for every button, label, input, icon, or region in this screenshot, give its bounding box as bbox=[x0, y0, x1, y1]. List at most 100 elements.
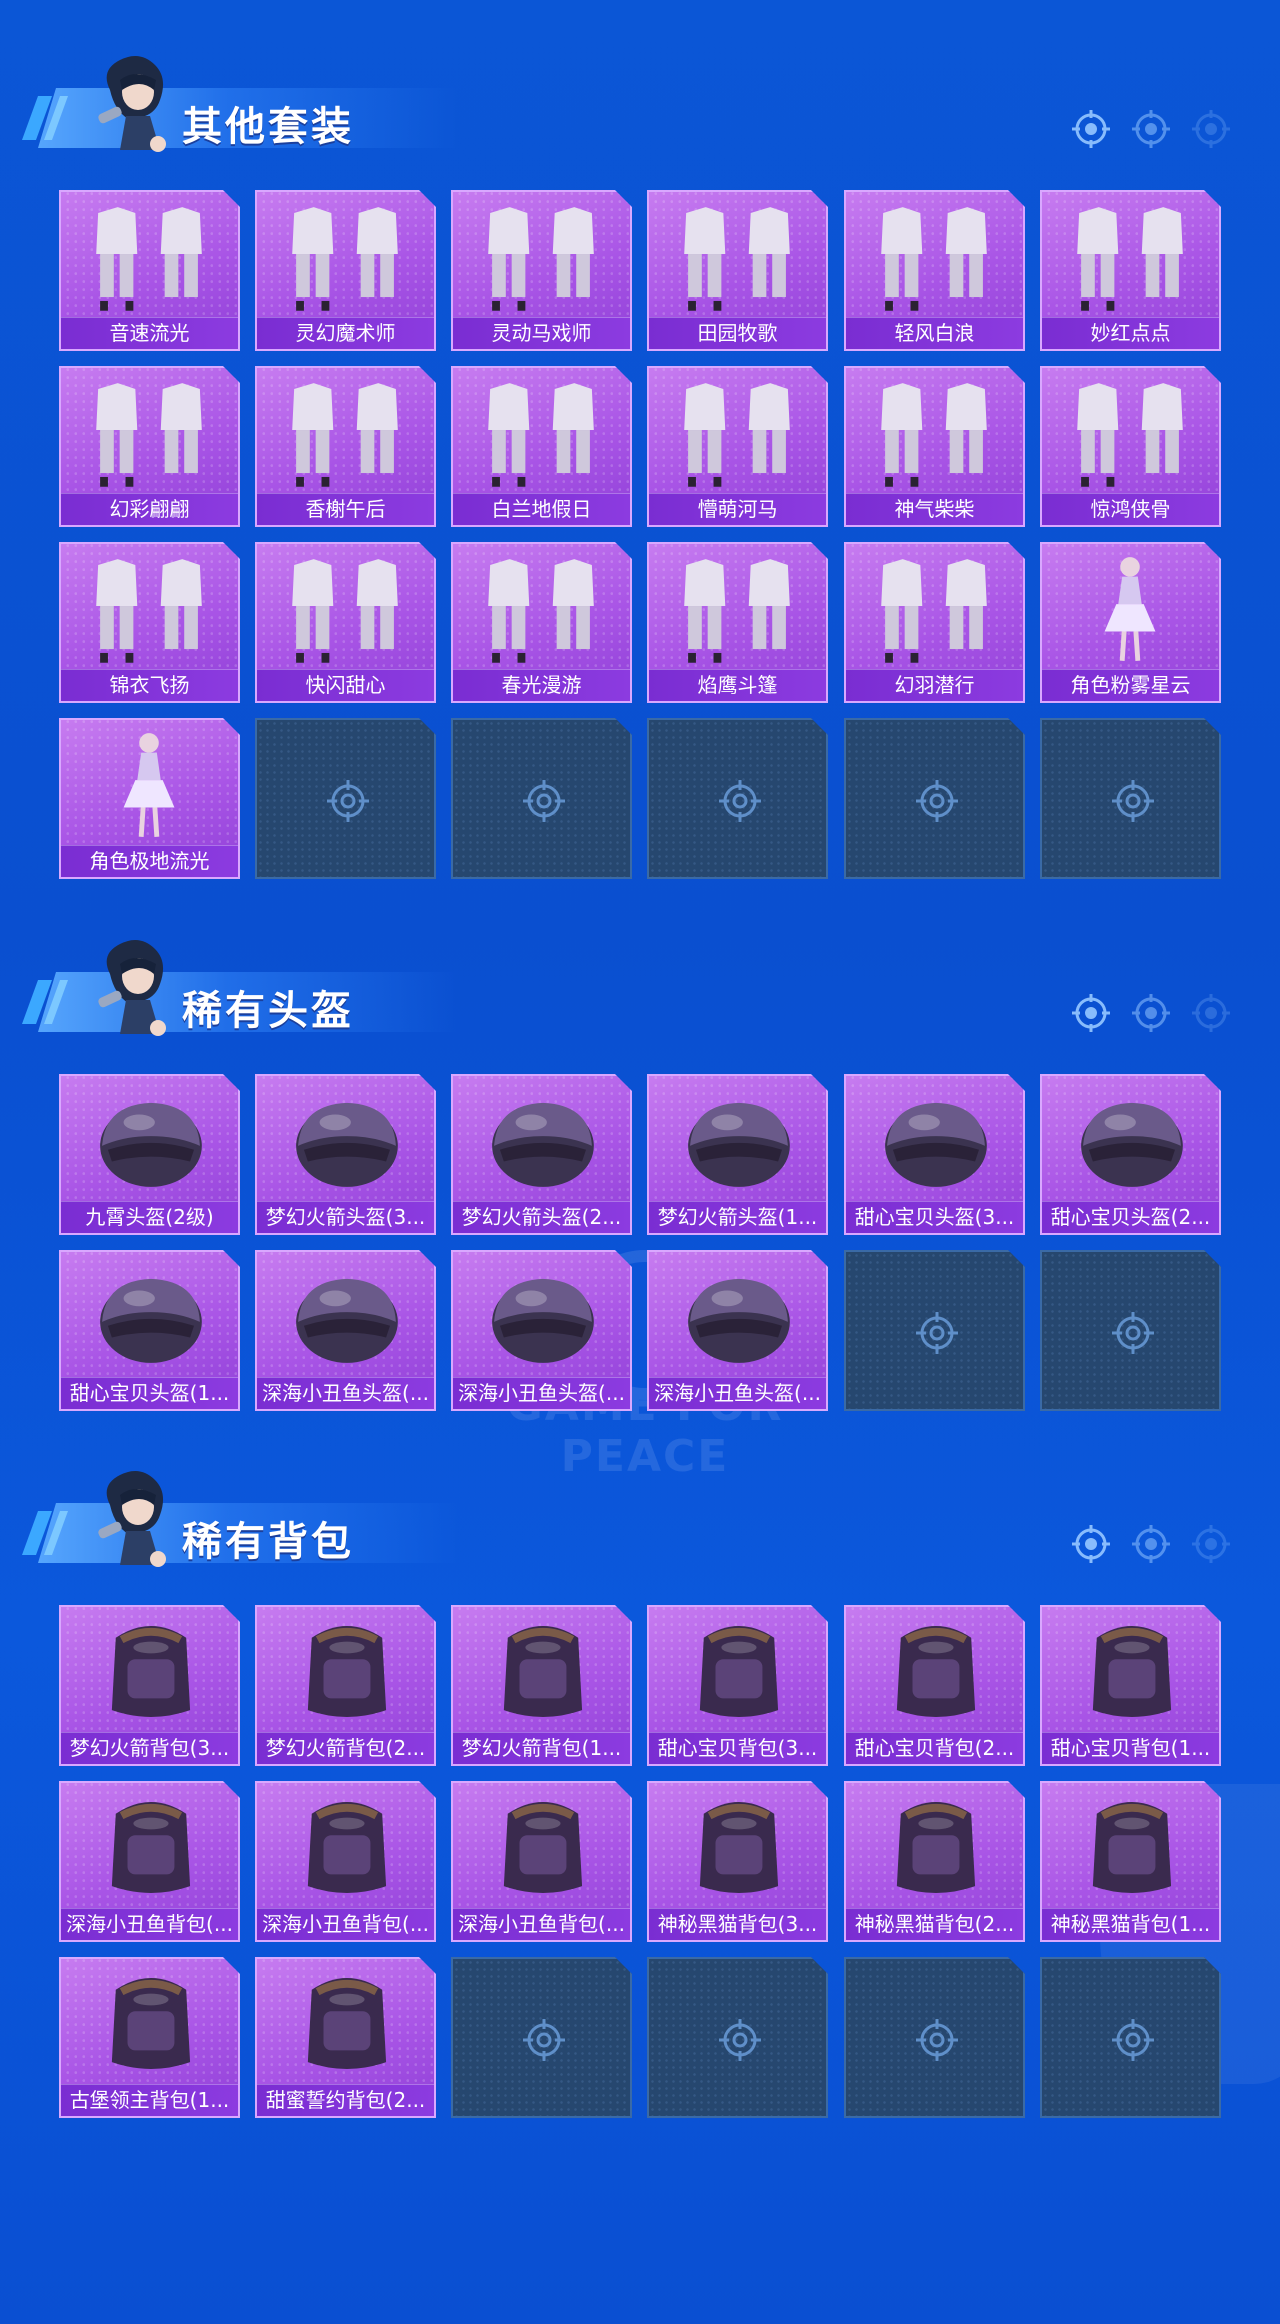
item-label: 懵萌河马 bbox=[649, 493, 826, 525]
item-label: 惊鸿侠骨 bbox=[1042, 493, 1219, 525]
item-card[interactable]: 甜心宝贝头盔(2... bbox=[1040, 1074, 1221, 1235]
item-card[interactable]: 惊鸿侠骨 bbox=[1040, 366, 1221, 527]
item-card[interactable]: 角色极地流光 bbox=[59, 718, 240, 879]
item-label: 春光漫游 bbox=[453, 669, 630, 701]
section-header: 稀有头盔 bbox=[21, 934, 460, 1044]
item-card[interactable]: 轻风白浪 bbox=[844, 190, 1025, 351]
item-card[interactable]: 灵动马戏师 bbox=[451, 190, 632, 351]
crosshair-icon bbox=[717, 778, 763, 824]
item-card[interactable]: 懵萌河马 bbox=[647, 366, 828, 527]
item-card[interactable]: 古堡领主背包(1... bbox=[59, 1957, 240, 2118]
item-card[interactable]: 梦幻火箭背包(2... bbox=[255, 1605, 436, 1766]
crosshair-dot-icon[interactable] bbox=[1070, 992, 1112, 1034]
item-card[interactable]: 甜心宝贝背包(3... bbox=[647, 1605, 828, 1766]
item-label: 幻羽潜行 bbox=[846, 669, 1023, 701]
item-card[interactable]: 深海小丑鱼头盔(... bbox=[647, 1250, 828, 1411]
item-card[interactable]: 甜心宝贝背包(2... bbox=[844, 1605, 1025, 1766]
helmet-image bbox=[100, 1278, 202, 1363]
page-indicator[interactable] bbox=[1070, 108, 1250, 156]
item-label: 快闪甜心 bbox=[257, 669, 434, 701]
item-card[interactable]: 香榭午后 bbox=[255, 366, 436, 527]
item-card[interactable]: 深海小丑鱼头盔(... bbox=[451, 1250, 632, 1411]
crosshair-icon bbox=[521, 778, 567, 824]
crosshair-icon bbox=[1110, 1310, 1156, 1356]
helmet-image bbox=[688, 1278, 790, 1363]
item-label: 深海小丑鱼头盔(... bbox=[649, 1377, 826, 1409]
item-card[interactable]: 甜心宝贝背包(1... bbox=[1040, 1605, 1221, 1766]
backpack-image bbox=[111, 1977, 191, 2069]
crosshair-dot-icon[interactable] bbox=[1190, 992, 1232, 1034]
empty-slot bbox=[1040, 1957, 1221, 2118]
backpack-image bbox=[307, 1625, 387, 1717]
item-card[interactable]: 深海小丑鱼头盔(... bbox=[255, 1250, 436, 1411]
item-card[interactable]: 角色粉雾星云 bbox=[1040, 542, 1221, 703]
crosshair-dot-icon[interactable] bbox=[1190, 108, 1232, 150]
crosshair-dot-icon[interactable] bbox=[1070, 108, 1112, 150]
item-label: 甜蜜誓约背包(2... bbox=[257, 2084, 434, 2116]
helmet-image bbox=[492, 1102, 594, 1187]
item-card[interactable]: 甜蜜誓约背包(2... bbox=[255, 1957, 436, 2118]
item-card[interactable]: 梦幻火箭背包(3... bbox=[59, 1605, 240, 1766]
item-card[interactable]: 妙红点点 bbox=[1040, 190, 1221, 351]
item-card[interactable]: 神气柴柴 bbox=[844, 366, 1025, 527]
item-card[interactable]: 神秘黑猫背包(2... bbox=[844, 1781, 1025, 1942]
crosshair-dot-icon[interactable] bbox=[1130, 108, 1172, 150]
item-card[interactable]: 音速流光 bbox=[59, 190, 240, 351]
item-card[interactable]: 梦幻火箭头盔(1... bbox=[647, 1074, 828, 1235]
page-indicator[interactable] bbox=[1070, 992, 1250, 1040]
crosshair-dot-icon[interactable] bbox=[1130, 992, 1172, 1034]
item-card[interactable]: 锦衣飞扬 bbox=[59, 542, 240, 703]
item-label: 焰鹰斗篷 bbox=[649, 669, 826, 701]
outfit-image bbox=[488, 559, 594, 663]
page-indicator[interactable] bbox=[1070, 1523, 1250, 1571]
character-avatar-icon bbox=[90, 934, 180, 1042]
outfit-image bbox=[488, 383, 594, 487]
item-card[interactable]: 幻羽潜行 bbox=[844, 542, 1025, 703]
item-card[interactable]: 田园牧歌 bbox=[647, 190, 828, 351]
item-label: 梦幻火箭头盔(2... bbox=[453, 1201, 630, 1233]
outfit-image bbox=[1077, 207, 1183, 311]
item-card[interactable]: 梦幻火箭头盔(3... bbox=[255, 1074, 436, 1235]
item-card[interactable]: 幻彩翩翩 bbox=[59, 366, 240, 527]
crosshair-dot-icon[interactable] bbox=[1130, 1523, 1172, 1565]
item-label: 灵幻魔术师 bbox=[257, 317, 434, 349]
item-card[interactable]: 甜心宝贝头盔(1... bbox=[59, 1250, 240, 1411]
item-card[interactable]: 九霄头盔(2级) bbox=[59, 1074, 240, 1235]
item-label: 梦幻火箭背包(1... bbox=[453, 1732, 630, 1764]
backpack-image bbox=[503, 1625, 583, 1717]
section-header: 稀有背包 bbox=[21, 1465, 460, 1575]
item-card[interactable]: 春光漫游 bbox=[451, 542, 632, 703]
empty-slot bbox=[844, 1957, 1025, 2118]
item-label: 甜心宝贝头盔(2... bbox=[1042, 1201, 1219, 1233]
item-card[interactable]: 快闪甜心 bbox=[255, 542, 436, 703]
item-card[interactable]: 梦幻火箭背包(1... bbox=[451, 1605, 632, 1766]
crosshair-icon bbox=[521, 2017, 567, 2063]
backpack-image bbox=[896, 1801, 976, 1893]
character-image bbox=[123, 733, 175, 837]
item-card[interactable]: 深海小丑鱼背包(... bbox=[255, 1781, 436, 1942]
backpack-image bbox=[307, 1977, 387, 2069]
item-label: 甜心宝贝背包(2... bbox=[846, 1732, 1023, 1764]
item-card[interactable]: 灵幻魔术师 bbox=[255, 190, 436, 351]
outfit-image bbox=[96, 207, 202, 311]
backpack-image bbox=[699, 1625, 779, 1717]
crosshair-dot-icon[interactable] bbox=[1190, 1523, 1232, 1565]
crosshair-dot-icon[interactable] bbox=[1070, 1523, 1112, 1565]
empty-slot bbox=[844, 718, 1025, 879]
item-card[interactable]: 甜心宝贝头盔(3... bbox=[844, 1074, 1025, 1235]
item-label: 古堡领主背包(1... bbox=[61, 2084, 238, 2116]
item-card[interactable]: 白兰地假日 bbox=[451, 366, 632, 527]
item-card[interactable]: 深海小丑鱼背包(... bbox=[59, 1781, 240, 1942]
item-label: 深海小丑鱼头盔(... bbox=[257, 1377, 434, 1409]
item-card[interactable]: 神秘黑猫背包(1... bbox=[1040, 1781, 1221, 1942]
item-card[interactable]: 神秘黑猫背包(3... bbox=[647, 1781, 828, 1942]
item-label: 神秘黑猫背包(3... bbox=[649, 1908, 826, 1940]
backpack-image bbox=[1092, 1801, 1172, 1893]
item-card[interactable]: 梦幻火箭头盔(2... bbox=[451, 1074, 632, 1235]
outfit-image bbox=[96, 383, 202, 487]
item-card[interactable]: 焰鹰斗篷 bbox=[647, 542, 828, 703]
item-card[interactable]: 深海小丑鱼背包(... bbox=[451, 1781, 632, 1942]
backpack-image bbox=[307, 1801, 387, 1893]
item-label: 香榭午后 bbox=[257, 493, 434, 525]
empty-slot bbox=[451, 718, 632, 879]
